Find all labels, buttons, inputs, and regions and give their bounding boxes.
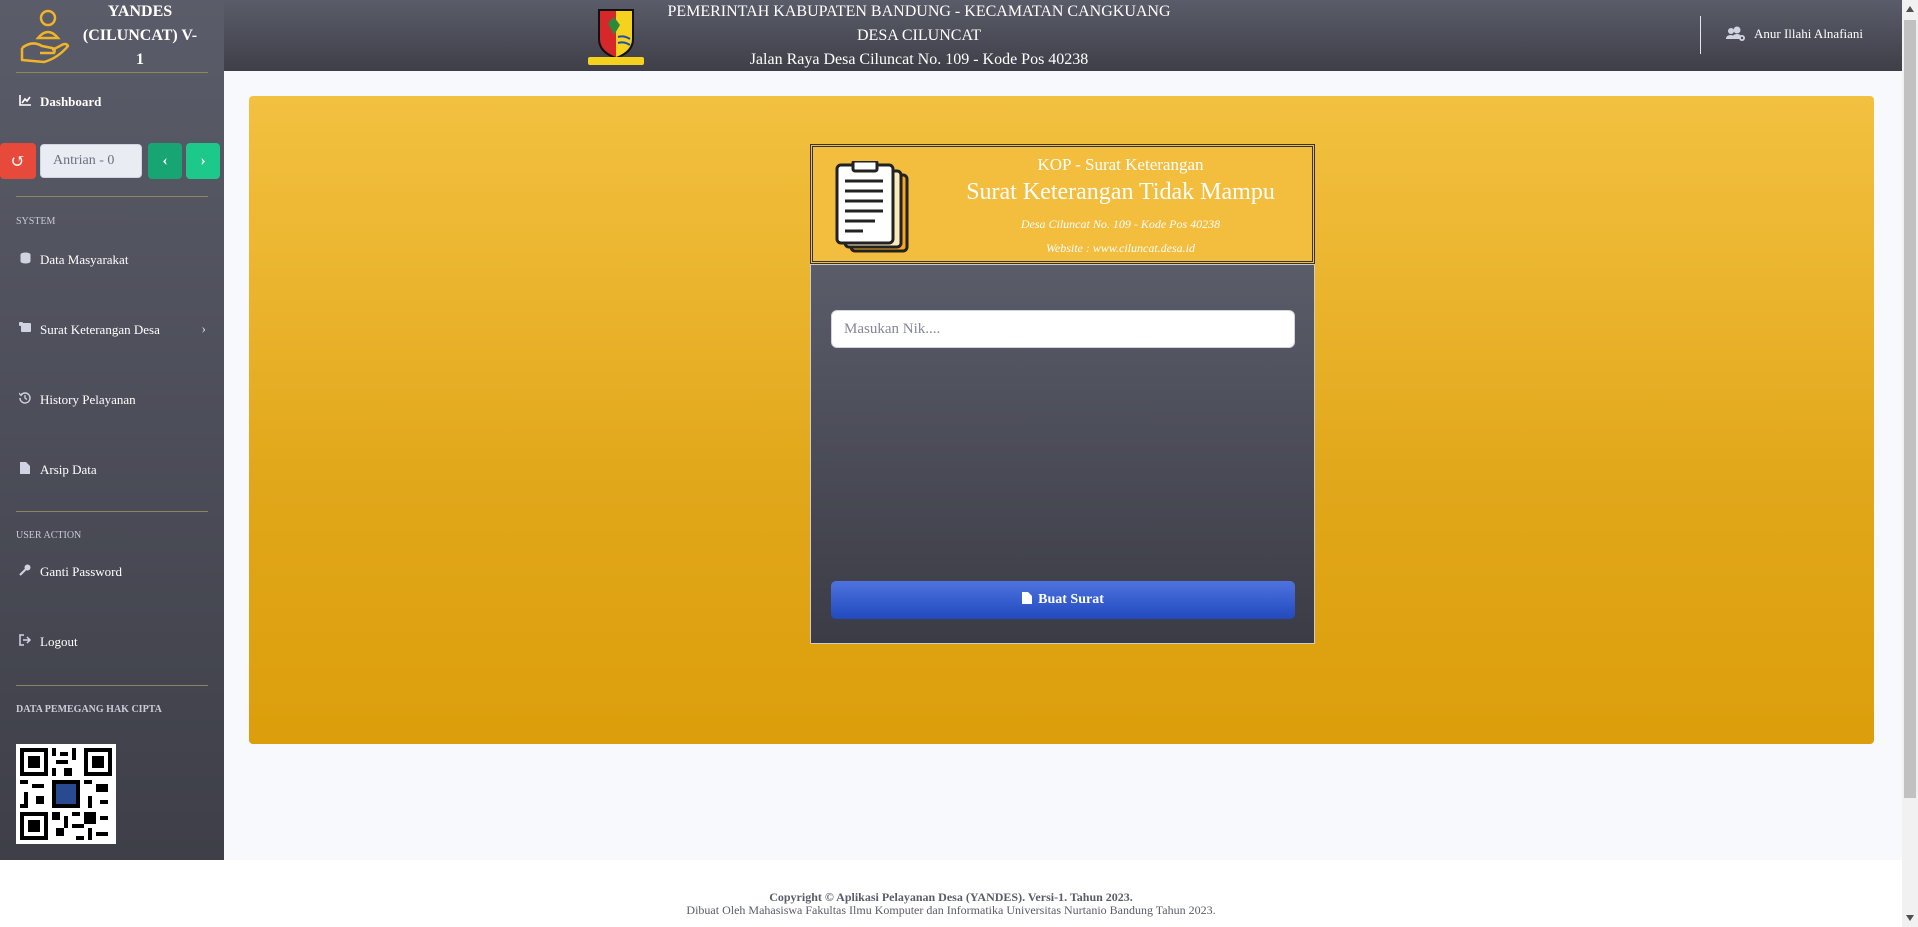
kop-label: KOP - Surat Keterangan: [1037, 155, 1204, 174]
sidebar-item-logout[interactable]: Logout: [0, 632, 96, 652]
history-icon: [18, 392, 32, 408]
letter-title: Surat Keterangan Tidak Mampu: [966, 179, 1275, 205]
letter-header: KOP - Surat Keterangan Surat Keterangan …: [810, 144, 1315, 264]
divider: [16, 72, 208, 73]
sidebar-item-label: Data Masyarakat: [40, 252, 129, 267]
sidebar-item-label: Surat Keterangan Desa: [40, 322, 160, 337]
header-line-1: PEMERINTAH KABUPATEN BANDUNG - KECAMATAN…: [667, 3, 1171, 20]
hand-holding-user-icon: [20, 9, 70, 64]
divider: [16, 511, 208, 512]
section-heading-system: SYSTEM: [16, 216, 56, 227]
divider: [16, 196, 208, 197]
section-heading-copyright: DATA PEMEGANG HAK CIPTA: [16, 704, 162, 715]
next-queue-button[interactable]: ›: [186, 143, 220, 179]
queue-number-field[interactable]: Antrian - 0: [40, 144, 142, 178]
brand-title: YANDES (CILUNCAT) V-1: [82, 3, 198, 68]
sidebar-item-label: History Pelayanan: [40, 392, 136, 407]
sidebar-item-label: Dashboard: [40, 94, 102, 109]
previous-queue-button[interactable]: ‹: [148, 143, 182, 179]
nik-input[interactable]: [831, 310, 1295, 348]
sidebar-item-label: Ganti Password: [40, 564, 122, 579]
chevron-left-icon: ‹: [162, 152, 168, 169]
divider: [16, 685, 208, 686]
topbar: PEMERINTAH KABUPATEN BANDUNG - KECAMATAN…: [224, 0, 1902, 71]
user-name: Anur Illahi Alnafiani: [1754, 26, 1864, 41]
sidebar-item-arsip-data[interactable]: Arsip Data: [0, 460, 115, 480]
letter-form-card: KOP - Surat Keterangan Surat Keterangan …: [810, 144, 1315, 644]
create-letter-button[interactable]: Buat Surat: [831, 581, 1295, 619]
user-menu[interactable]: Anur Illahi Alnafiani: [1726, 26, 1863, 42]
qr-code-image: [16, 744, 116, 844]
header-line-3: Jalan Raya Desa Ciluncat No. 109 - Kode …: [749, 51, 1089, 68]
database-icon: [18, 252, 32, 268]
header-line-2: DESA CILUNCAT: [856, 27, 981, 44]
scroll-thumb[interactable]: [1904, 20, 1916, 798]
topbar-divider: [1700, 16, 1701, 54]
create-letter-label: Buat Surat: [1038, 592, 1104, 607]
scroll-down-arrow[interactable]: [1906, 915, 1914, 921]
kop-website: Website : www.ciluncat.desa.id: [1046, 241, 1195, 255]
footer: Copyright © Aplikasi Pelayanan Desa (YAN…: [0, 860, 1902, 927]
queue-controls: ↺ Antrian - 0 ‹ ›: [0, 143, 220, 179]
clipboard-document-icon: [835, 161, 909, 253]
sign-out-icon: [18, 634, 32, 650]
file-icon: [18, 462, 32, 478]
government-header: PEMERINTAH KABUPATEN BANDUNG - KECAMATAN…: [654, 0, 1184, 72]
sidebar-item-ganti-password[interactable]: Ganti Password: [0, 562, 140, 582]
footer-credit: Dibuat Oleh Mahasiswa Fakultas Ilmu Komp…: [686, 903, 1216, 917]
scroll-icon: [18, 322, 32, 338]
kop-address: Desa Ciluncat No. 109 - Kode Pos 40238: [1020, 217, 1221, 231]
chart-line-icon: [18, 94, 32, 110]
users-cog-icon: [1726, 26, 1745, 41]
undo-icon: ↺: [10, 150, 26, 171]
key-icon: [18, 564, 32, 580]
sidebar-item-history-pelayanan[interactable]: History Pelayanan: [0, 390, 154, 410]
sidebar-item-surat-keterangan-desa[interactable]: Surat Keterangan Desa ›: [0, 320, 224, 340]
sidebar-item-dashboard[interactable]: Dashboard: [0, 92, 119, 112]
file-icon: [1022, 591, 1033, 609]
chevron-right-icon: ›: [200, 152, 206, 169]
reset-queue-button[interactable]: ↺: [0, 143, 36, 179]
sidebar: YANDES (CILUNCAT) V-1 Dashboard ↺ Antria…: [0, 0, 224, 860]
vertical-scrollbar[interactable]: [1902, 0, 1918, 927]
brand[interactable]: YANDES (CILUNCAT) V-1: [0, 0, 224, 72]
chevron-right-icon: ›: [201, 322, 206, 337]
form-body: Buat Surat: [810, 264, 1315, 644]
scroll-up-arrow[interactable]: [1906, 6, 1914, 12]
section-heading-user-action: USER ACTION: [16, 530, 82, 541]
sidebar-item-data-masyarakat[interactable]: Data Masyarakat: [0, 250, 224, 270]
sidebar-item-label: Logout: [40, 634, 78, 649]
kabupaten-bandung-logo: [588, 9, 644, 65]
sidebar-item-label: Arsip Data: [40, 462, 97, 477]
